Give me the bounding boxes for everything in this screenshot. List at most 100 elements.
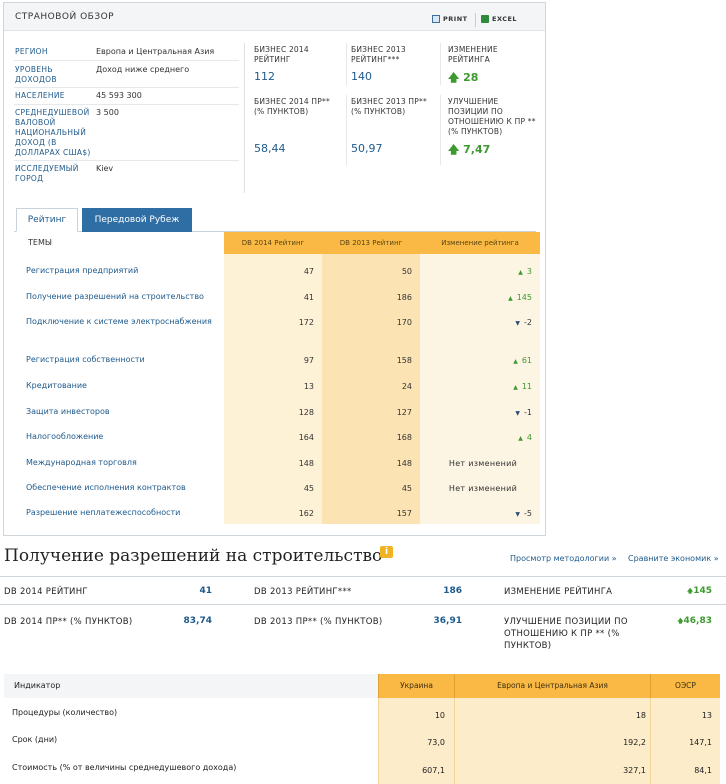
topic-link[interactable]: Разрешение неплатежеспособности	[26, 508, 180, 517]
rating-table-row: Регистрация предприятий 47 50 ▲ 3	[16, 258, 540, 282]
improve-number: 7,47	[463, 143, 491, 156]
info-divider	[14, 104, 239, 105]
dtf2013-label: БИЗНЕС 2013 ПР** (% ПУНКТОВ)	[351, 97, 427, 116]
rank-change-value: 145	[516, 293, 532, 302]
section-title: Получение разрешений на строительство	[4, 546, 383, 566]
rank2014-label: БИЗНЕС 2014 РЕЙТИНГ	[254, 45, 309, 64]
arrow-up-icon: ▲	[518, 269, 523, 276]
dtf2014-value: 58,44	[254, 142, 286, 155]
country-overview-panel: СТРАНОВОЙ ОБЗОР PRINT EXCEL РЕГИОН Европ…	[3, 2, 546, 536]
indicator-header: Индикатор	[4, 674, 378, 698]
stat-divider	[346, 43, 347, 85]
arrow-up-icon: ▲	[508, 295, 513, 302]
excel-button[interactable]: EXCEL	[481, 15, 517, 23]
s-improve-value: 🡅46,83	[660, 616, 712, 627]
rank-2014-cell: 148	[298, 459, 314, 468]
topic-link[interactable]: Международная торговля	[26, 458, 137, 467]
topic-link[interactable]: Регистрация собственности	[26, 355, 145, 364]
rank-2014-cell: 162	[298, 509, 314, 518]
eca-value: 192,2	[623, 738, 646, 747]
rank-change-cell: ▼ -1	[424, 408, 532, 417]
s-rank2014-label: DB 2014 РЕЙТИНГ	[4, 587, 88, 597]
rank-change-cell: ▲ 11	[424, 382, 532, 391]
s-dtf2013-value: 36,91	[433, 616, 462, 626]
gni-label: СРЕДНЕДУШЕВОЙ ВАЛОВОЙ НАЦИОНАЛЬНЫЙ ДОХОД…	[15, 108, 91, 157]
s-rank2014-value: 41	[199, 586, 212, 596]
rating-table-row: Разрешение неплатежеспособности 162 157 ▼ -5	[16, 500, 540, 524]
topic-link[interactable]: Получение разрешений на строительство	[26, 292, 204, 301]
compare-link[interactable]: Сравните экономик »	[628, 554, 719, 563]
change-value: 🡅 28	[448, 69, 478, 88]
indicator-name: Процедуры (количество)	[12, 708, 118, 717]
improve-value: 🡅 7,47	[448, 141, 490, 160]
change-label: ИЗМЕНЕНИЕ РЕЙТИНГА	[448, 45, 498, 64]
stat-divider	[440, 43, 441, 85]
panel-header: СТРАНОВОЙ ОБЗОР PRINT EXCEL	[4, 3, 545, 31]
info-icon[interactable]: i	[380, 546, 393, 558]
eca-header: Европа и Центральная Азия	[454, 674, 650, 698]
rank-2013-cell: 45	[401, 484, 412, 493]
indicator-row: Срок (дни) 73,0 192,2 147,1	[4, 727, 720, 755]
tab-frontier[interactable]: Передовой Рубеж	[82, 208, 192, 232]
rank-2014-cell: 128	[298, 408, 314, 417]
topic-link[interactable]: Налогообложение	[26, 432, 103, 441]
rating-table-row: Кредитование 13 24 ▲ 11	[16, 373, 540, 397]
topic-link[interactable]: Кредитование	[26, 381, 87, 390]
rank-change-cell: Нет изменений	[424, 484, 532, 493]
rank-2014-cell: 41	[303, 293, 314, 302]
rank-2013-cell: 170	[396, 318, 412, 327]
rank-2014-cell: 97	[303, 356, 314, 365]
rank-change-cell: ▲ 4	[424, 433, 532, 442]
dtf2013-value: 50,97	[351, 142, 383, 155]
rank2014-value: 112	[254, 70, 275, 83]
rank-change-cell: ▲ 3	[424, 267, 532, 276]
print-label: PRINT	[443, 15, 468, 23]
indicator-row: Стоимость (% от величины среднедушевого …	[4, 755, 720, 783]
section-divider	[0, 576, 726, 577]
topic-link[interactable]: Регистрация предприятий	[26, 266, 138, 275]
rank-2014-cell: 13	[303, 382, 314, 391]
rank-2014-cell: 164	[298, 433, 314, 442]
rank-change-value: Нет изменений	[448, 484, 518, 493]
population-value: 45 593 300	[96, 91, 142, 100]
city-value: Kiev	[96, 164, 114, 173]
indicator-name: Стоимость (% от величины среднедушевого …	[12, 763, 237, 772]
rank-change-cell: ▼ -2	[424, 318, 532, 327]
print-icon	[432, 15, 440, 23]
arrow-down-icon: ▼	[515, 320, 521, 327]
s-dtf2014-value: 83,74	[183, 616, 212, 626]
rank2013-label: БИЗНЕС 2013 РЕЙТИНГ***	[351, 45, 406, 64]
rating-table-header-2013: DB 2013 Рейтинг	[322, 232, 420, 254]
topic-link[interactable]: Обеспечение исполнения контрактов	[26, 483, 186, 492]
info-stats-divider	[244, 43, 245, 193]
rating-table-row: Регистрация собственности 97 158 ▲ 61	[16, 347, 540, 371]
s-dtf2013-label: DB 2013 ПР** (% ПУНКТОВ)	[254, 617, 383, 627]
tab-rating[interactable]: Рейтинг	[16, 208, 78, 232]
rating-table-header-topics: ТЕМЫ	[16, 232, 224, 254]
rank-change-value: 4	[526, 433, 532, 442]
print-button[interactable]: PRINT	[432, 15, 468, 23]
oecd-value: 13	[701, 711, 712, 720]
rank-2013-cell: 24	[401, 382, 412, 391]
arrow-down-icon: ▼	[515, 410, 521, 417]
rank-2013-cell: 157	[396, 509, 412, 518]
arrow-down-icon: ▼	[515, 511, 521, 518]
info-divider	[14, 60, 239, 61]
rating-table-row: Обеспечение исполнения контрактов 45 45 Нет…	[16, 475, 540, 499]
rank-2013-cell: 168	[396, 433, 412, 442]
eca-value: 18	[635, 711, 646, 720]
rating-table-row: Защита инвесторов 128 127 ▼ -1	[16, 399, 540, 423]
rank-change-value: 11	[521, 382, 532, 391]
methodology-link[interactable]: Просмотр методологии »	[510, 554, 617, 563]
topic-link[interactable]: Защита инвесторов	[26, 407, 110, 416]
rank-change-cell: Нет изменений	[424, 459, 532, 468]
rank-change-value: 3	[526, 267, 532, 276]
population-label: НАСЕЛЕНИЕ	[15, 91, 65, 100]
excel-icon	[481, 15, 489, 23]
gni-value: 3 500	[96, 108, 119, 117]
topic-link[interactable]: Подключение к системе электроснабжения	[26, 317, 212, 326]
rank-2013-cell: 148	[396, 459, 412, 468]
ukraine-value: 73,0	[427, 738, 445, 747]
s-improve-number: 46,83	[683, 616, 712, 626]
s-change-value: 🡅145	[660, 586, 712, 597]
